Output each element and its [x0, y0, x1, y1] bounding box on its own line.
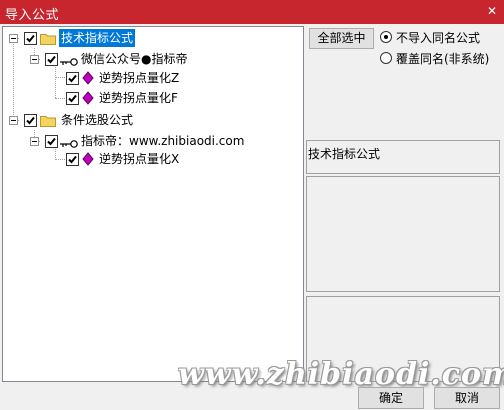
tree-node-label[interactable]: 微信公众号●指标帝: [81, 50, 187, 68]
checkbox-checked-icon[interactable]: [66, 153, 79, 166]
tree-node-wechat[interactable]: 微信公众号●指标帝: [3, 50, 303, 68]
tree-node-label[interactable]: 逆势拐点量化X: [99, 150, 179, 168]
cancel-button[interactable]: 取消: [434, 387, 500, 409]
formula-description-panel: [306, 176, 500, 292]
tree-node-formula-f[interactable]: 逆势拐点量化F: [3, 89, 303, 107]
checkbox-checked-icon[interactable]: [24, 114, 37, 127]
tree-node-screening[interactable]: 条件选股公式: [3, 111, 303, 129]
collapse-icon[interactable]: [9, 116, 18, 125]
window-title: 导入公式: [5, 8, 60, 23]
tree-node-label[interactable]: 条件选股公式: [61, 111, 133, 129]
title-bar: 导入公式 ✕: [0, 0, 504, 24]
key-icon: [60, 136, 78, 148]
tree-node-label[interactable]: 逆势拐点量化Z: [99, 69, 179, 87]
formula-gem-icon: [81, 91, 95, 105]
close-icon[interactable]: ✕: [484, 3, 500, 19]
checkbox-checked-icon[interactable]: [45, 53, 58, 66]
formula-category-field: 技术指标公式: [306, 140, 500, 174]
checkbox-checked-icon[interactable]: [66, 92, 79, 105]
collapse-icon[interactable]: [30, 137, 39, 146]
select-all-button[interactable]: 全部选中: [309, 28, 374, 49]
category-label: 技术指标公式: [308, 147, 381, 161]
tree-node-label[interactable]: 逆势拐点量化F: [99, 89, 178, 107]
tree-node-label[interactable]: 技术指标公式: [59, 29, 136, 47]
radio-overwrite-duplicates[interactable]: [380, 52, 392, 64]
formula-gem-icon: [81, 71, 95, 85]
folder-icon: [40, 32, 56, 45]
collapse-icon[interactable]: [9, 34, 18, 43]
folder-icon: [40, 114, 56, 127]
radio-overwrite-label[interactable]: 覆盖同名(非系统): [396, 50, 489, 67]
collapse-icon[interactable]: [30, 55, 39, 64]
checkbox-checked-icon[interactable]: [66, 72, 79, 85]
checkbox-checked-icon[interactable]: [24, 32, 37, 45]
tree-node-technical[interactable]: 技术指标公式: [3, 29, 303, 47]
radio-skip-label[interactable]: 不导入同名公式: [396, 29, 480, 46]
tree-node-zhibiaodi[interactable]: 指标帝：www.zhibiaodi.com: [3, 132, 303, 150]
tree-node-formula-z[interactable]: 逆势拐点量化Z: [3, 69, 303, 87]
checkbox-checked-icon[interactable]: [45, 135, 58, 148]
tree-node-label[interactable]: 指标帝：www.zhibiaodi.com: [81, 132, 244, 150]
tree-node-formula-x[interactable]: 逆势拐点量化X: [3, 150, 303, 168]
ok-button[interactable]: 确定: [358, 387, 424, 409]
key-icon: [60, 54, 78, 66]
radio-skip-duplicates[interactable]: [380, 31, 392, 43]
formula-tree[interactable]: 技术指标公式 微信公众号●指标帝 逆势拐点量化Z 逆势拐点量化F 条件选股公式 …: [2, 26, 304, 382]
formula-gem-icon: [81, 152, 95, 166]
